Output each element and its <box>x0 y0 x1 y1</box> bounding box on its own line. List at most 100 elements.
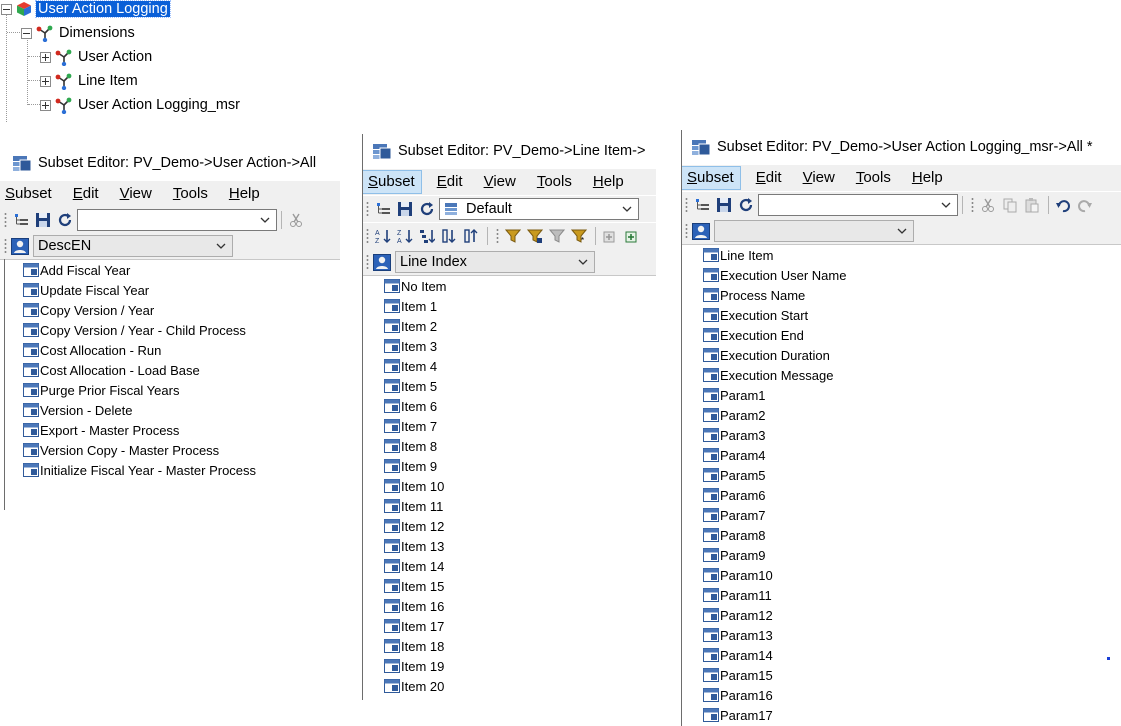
expand-toggle-icon[interactable] <box>40 51 51 63</box>
tree-node-dim-user-action[interactable]: User Action <box>40 47 154 67</box>
tree-dim-label[interactable]: User Action <box>76 49 154 65</box>
menu-subset[interactable]: Subset <box>0 183 58 205</box>
alias-icon[interactable] <box>692 222 710 240</box>
tree-node-dim-line-item[interactable]: Line Item <box>40 71 140 91</box>
filter-wildcard-icon[interactable]: * <box>569 226 589 246</box>
menu-tools[interactable]: Tools <box>168 183 214 205</box>
list-item[interactable]: Param9 <box>703 545 766 565</box>
list-item[interactable]: Item 11 <box>384 496 443 516</box>
filter-by-level-icon[interactable] <box>525 226 545 246</box>
list-item[interactable]: Param1 <box>703 385 766 405</box>
menu-edit[interactable]: Edit <box>68 183 105 205</box>
menu-tools[interactable]: Tools <box>851 167 897 189</box>
tree-dimensions-label[interactable]: Dimensions <box>57 25 137 41</box>
alias-combo[interactable]: Line Index <box>395 251 595 273</box>
toolbar-grip[interactable] <box>4 212 7 228</box>
list-item[interactable]: Param6 <box>703 485 766 505</box>
list-item[interactable]: Item 1 <box>384 296 437 316</box>
expand-toggle-icon[interactable] <box>40 75 51 87</box>
list-item[interactable]: Item 4 <box>384 356 437 376</box>
list-item[interactable]: Param15 <box>703 665 773 685</box>
list-item[interactable]: Execution Start <box>703 305 808 325</box>
toolbar-grip[interactable] <box>366 254 369 270</box>
save-icon[interactable] <box>33 210 53 230</box>
list-item[interactable]: Item 2 <box>384 316 437 336</box>
subset-combo[interactable] <box>77 209 277 231</box>
toolbar-grip[interactable] <box>685 223 688 239</box>
refresh-icon[interactable] <box>55 210 75 230</box>
list-item[interactable]: Execution Message <box>703 365 833 385</box>
list-item[interactable]: Line Item <box>703 245 773 265</box>
list-item[interactable]: Add Fiscal Year <box>23 260 130 280</box>
list-item[interactable]: Param2 <box>703 405 766 425</box>
menu-edit[interactable]: Edit <box>432 171 469 193</box>
filter-icon[interactable] <box>503 226 523 246</box>
menu-tools[interactable]: Tools <box>532 171 578 193</box>
subset-combo[interactable]: Default <box>439 198 639 220</box>
list-item[interactable]: Purge Prior Fiscal Years <box>23 380 179 400</box>
alias-combo[interactable] <box>714 220 914 242</box>
list-item[interactable]: Item 5 <box>384 376 437 396</box>
save-icon[interactable] <box>714 195 734 215</box>
list-item[interactable]: No Item <box>384 276 447 296</box>
list-item[interactable]: Item 9 <box>384 456 437 476</box>
insert-element-icon[interactable] <box>600 226 620 246</box>
refresh-icon[interactable] <box>736 195 756 215</box>
paste-icon[interactable] <box>1022 195 1042 215</box>
subset-tree-icon[interactable] <box>11 210 31 230</box>
list-item[interactable]: Item 8 <box>384 436 437 456</box>
list-item[interactable]: Update Fiscal Year <box>23 280 149 300</box>
filter-clear-icon[interactable] <box>547 226 567 246</box>
list-item[interactable]: Item 20 <box>384 676 444 696</box>
toolbar-grip[interactable] <box>971 197 974 213</box>
menu-edit[interactable]: Edit <box>751 167 788 189</box>
list-item[interactable]: Item 19 <box>384 656 444 676</box>
tree-dim-label[interactable]: Line Item <box>76 73 140 89</box>
alias-icon[interactable] <box>11 237 29 255</box>
list-item[interactable]: Copy Version / Year - Child Process <box>23 320 246 340</box>
sort-ascending-icon[interactable]: AZ <box>373 226 393 246</box>
refresh-icon[interactable] <box>417 199 437 219</box>
list-item[interactable]: Copy Version / Year <box>23 300 154 320</box>
menu-view[interactable]: View <box>798 167 841 189</box>
list-item[interactable]: Param7 <box>703 505 766 525</box>
list-item[interactable]: Item 12 <box>384 516 444 536</box>
list-item[interactable]: Item 6 <box>384 396 437 416</box>
sort-hierarchy-icon[interactable] <box>417 226 437 246</box>
list-item[interactable]: Param5 <box>703 465 766 485</box>
list-item[interactable]: Param3 <box>703 425 766 445</box>
menu-subset[interactable]: Subset <box>681 166 741 190</box>
toolbar-grip[interactable] <box>366 201 369 217</box>
alias-icon[interactable] <box>373 253 391 271</box>
list-item[interactable]: Param14 <box>703 645 773 665</box>
list-item[interactable]: Param16 <box>703 685 773 705</box>
menu-view[interactable]: View <box>115 183 158 205</box>
cut-icon[interactable] <box>978 195 998 215</box>
insert-consolidation-icon[interactable] <box>622 226 642 246</box>
list-item[interactable]: Item 18 <box>384 636 444 656</box>
list-item[interactable]: Param4 <box>703 445 766 465</box>
list-item[interactable]: Execution Duration <box>703 345 830 365</box>
list-item[interactable]: Item 16 <box>384 596 444 616</box>
menu-help[interactable]: Help <box>588 171 630 193</box>
copy-icon[interactable] <box>1000 195 1020 215</box>
list-item[interactable]: Item 10 <box>384 476 444 496</box>
collapse-all-icon[interactable] <box>461 226 481 246</box>
list-item[interactable]: Param8 <box>703 525 766 545</box>
save-icon[interactable] <box>395 199 415 219</box>
expand-all-icon[interactable] <box>439 226 459 246</box>
list-item[interactable]: Param12 <box>703 605 773 625</box>
subset-tree-icon[interactable] <box>692 195 712 215</box>
expand-toggle-icon[interactable] <box>40 99 51 111</box>
list-item[interactable]: Process Name <box>703 285 805 305</box>
list-item[interactable]: Item 15 <box>384 576 444 596</box>
tree-dim-label[interactable]: User Action Logging_msr <box>76 97 242 113</box>
menu-view[interactable]: View <box>479 171 522 193</box>
collapse-toggle-icon[interactable] <box>21 27 32 39</box>
toolbar-grip[interactable] <box>366 228 369 244</box>
list-item[interactable]: Item 14 <box>384 556 444 576</box>
list-item[interactable]: Item 7 <box>384 416 437 436</box>
menu-help[interactable]: Help <box>224 183 266 205</box>
list-item[interactable]: Cost Allocation - Run <box>23 340 161 360</box>
list-item[interactable]: Execution End <box>703 325 804 345</box>
